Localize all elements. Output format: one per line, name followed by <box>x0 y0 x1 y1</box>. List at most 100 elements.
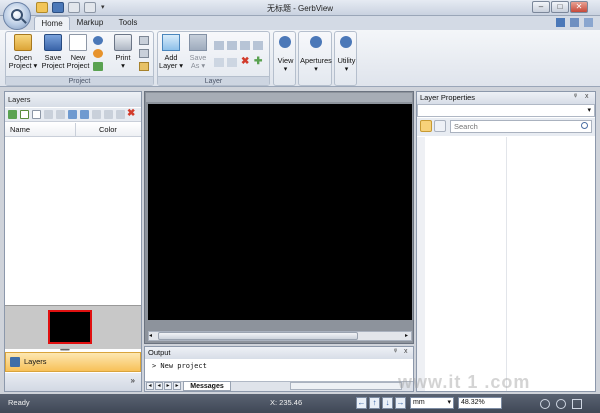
property-grid-gutter <box>417 137 425 391</box>
delete-layer-icon[interactable]: ✖ <box>241 56 249 67</box>
pan-right-icon[interactable]: → <box>395 397 406 409</box>
group-utility[interactable]: Utility ▾ <box>334 31 357 86</box>
new-document-icon <box>69 34 87 51</box>
maximize-button[interactable]: □ <box>551 1 569 13</box>
column-color[interactable]: Color <box>99 123 117 137</box>
layer-tool-2-icon[interactable] <box>227 41 237 50</box>
export-icon[interactable] <box>139 62 149 71</box>
unit-chevron-icon: ▾ <box>447 399 451 406</box>
pan-down-icon[interactable]: ↓ <box>382 397 393 409</box>
pan-left-icon[interactable]: ← <box>356 397 367 409</box>
save-as-button[interactable]: Save As ▾ <box>185 34 211 70</box>
layer-tool-1-icon[interactable] <box>214 41 224 50</box>
info-icon[interactable] <box>93 36 103 45</box>
prev-tab-icon[interactable]: ◂ <box>155 382 163 390</box>
scroll-right-icon[interactable]: ▸ <box>405 332 408 339</box>
group-project-label: Project <box>6 76 153 85</box>
utility-icon <box>340 36 352 48</box>
save-project-button[interactable]: Save Project <box>40 34 66 70</box>
group-view[interactable]: View ▾ <box>273 31 296 86</box>
group-apertures[interactable]: Apertures ▾ <box>298 31 332 86</box>
application-menu-button[interactable] <box>3 2 31 30</box>
utility-label: Utility <box>337 56 356 65</box>
tab-tools[interactable]: Tools <box>114 16 142 30</box>
about-icon[interactable] <box>570 18 579 27</box>
uncheck-all-icon[interactable] <box>32 110 41 119</box>
scroll-left-icon[interactable]: ◂ <box>149 332 152 339</box>
options-icon[interactable] <box>584 18 593 27</box>
move-up-icon[interactable] <box>68 110 77 119</box>
next-tab-icon[interactable]: ▸ <box>164 382 172 390</box>
zoom-in-icon[interactable] <box>556 399 566 409</box>
layer-tool-5-icon[interactable] <box>214 58 224 67</box>
layers-table-header: Name Color <box>5 123 141 137</box>
output-scrollbar[interactable] <box>290 382 402 390</box>
check-all-icon[interactable] <box>20 110 29 119</box>
output-panel-title: Output <box>145 347 413 359</box>
output-close-icon[interactable]: x <box>404 348 408 355</box>
print-preview-icon[interactable] <box>139 36 149 45</box>
recent-icon[interactable] <box>93 62 103 71</box>
chevron-down-icon: ▾ <box>587 107 591 114</box>
close-button[interactable]: ✕ <box>570 1 588 13</box>
remove-layer-icon[interactable]: ✖ <box>127 108 135 119</box>
first-tab-icon[interactable]: ◂ <box>146 382 154 390</box>
floppy-disk-icon <box>44 34 62 51</box>
folder-open-icon <box>14 34 32 51</box>
last-tab-icon[interactable]: ▸ <box>173 382 181 390</box>
layer-properties-title: Layer Properties <box>417 92 595 104</box>
move-down-icon[interactable] <box>80 110 89 119</box>
layers-nav-button[interactable]: Layers <box>5 352 141 372</box>
column-name[interactable]: Name <box>10 123 30 137</box>
search-icon[interactable] <box>581 122 588 129</box>
fit-view-icon[interactable] <box>572 399 582 409</box>
pan-up-icon[interactable]: ↑ <box>369 397 380 409</box>
properties-close-icon[interactable]: x <box>585 93 589 100</box>
output-pin-icon[interactable]: ᵠ <box>394 348 397 355</box>
search-input[interactable] <box>450 120 592 133</box>
help-icon[interactable] <box>556 18 565 27</box>
add-layer-small-icon[interactable] <box>8 110 17 119</box>
unit-select[interactable]: mm ▾ <box>410 397 454 409</box>
more-panels-button[interactable]: » <box>5 373 141 391</box>
apertures-icon <box>310 36 322 48</box>
move-layer-icon[interactable]: ✚ <box>254 56 262 67</box>
scrollbar-thumb[interactable] <box>158 332 358 340</box>
zoom-level[interactable]: 48.32% <box>458 397 502 409</box>
layer-merge-icon[interactable] <box>104 110 113 119</box>
board-thumbnail[interactable] <box>48 310 92 344</box>
categorized-sort-icon[interactable] <box>420 120 432 132</box>
print-button[interactable]: Print ▾ <box>110 34 136 70</box>
properties-pin-icon[interactable]: ᵠ <box>574 93 577 100</box>
layers-panel-title: Layers <box>5 92 141 107</box>
layer-tool-3-icon[interactable] <box>240 41 250 50</box>
canvas-ruler <box>146 93 412 102</box>
gerber-canvas[interactable] <box>148 104 412 320</box>
layer-tool-4-icon[interactable] <box>253 41 263 50</box>
open-project-button[interactable]: Open Project ▾ <box>8 34 38 70</box>
alphabetical-sort-icon[interactable] <box>434 120 446 132</box>
tab-markup[interactable]: Markup <box>74 16 106 30</box>
tab-messages[interactable]: Messages <box>183 381 231 391</box>
layer-export-icon[interactable] <box>116 110 125 119</box>
cursor-coordinate: X: 235.46 <box>270 398 303 407</box>
layer-paste-icon[interactable] <box>56 110 65 119</box>
status-ready: Ready <box>8 398 30 407</box>
window-title: 无标题 - GerbView <box>266 4 334 13</box>
group-layer-label: Layer <box>158 76 269 85</box>
zoom-out-icon[interactable] <box>540 399 550 409</box>
layer-props-icon[interactable] <box>92 110 101 119</box>
watermark: www.it 1 .com <box>398 372 531 392</box>
page-setup-icon[interactable] <box>139 49 149 58</box>
layer-tool-6-icon[interactable] <box>227 58 237 67</box>
add-layer-icon <box>162 34 180 51</box>
layer-copy-icon[interactable] <box>44 110 53 119</box>
minimize-button[interactable]: – <box>532 1 550 13</box>
settings-icon[interactable] <box>93 49 103 58</box>
apertures-label: Apertures <box>300 56 332 65</box>
add-layer-button[interactable]: Add Layer ▾ <box>158 34 184 70</box>
tab-home[interactable]: Home <box>34 16 70 30</box>
new-project-button[interactable]: New Project <box>66 34 90 70</box>
property-grid-divider[interactable] <box>506 137 507 391</box>
object-selector[interactable]: ▾ <box>417 104 595 117</box>
